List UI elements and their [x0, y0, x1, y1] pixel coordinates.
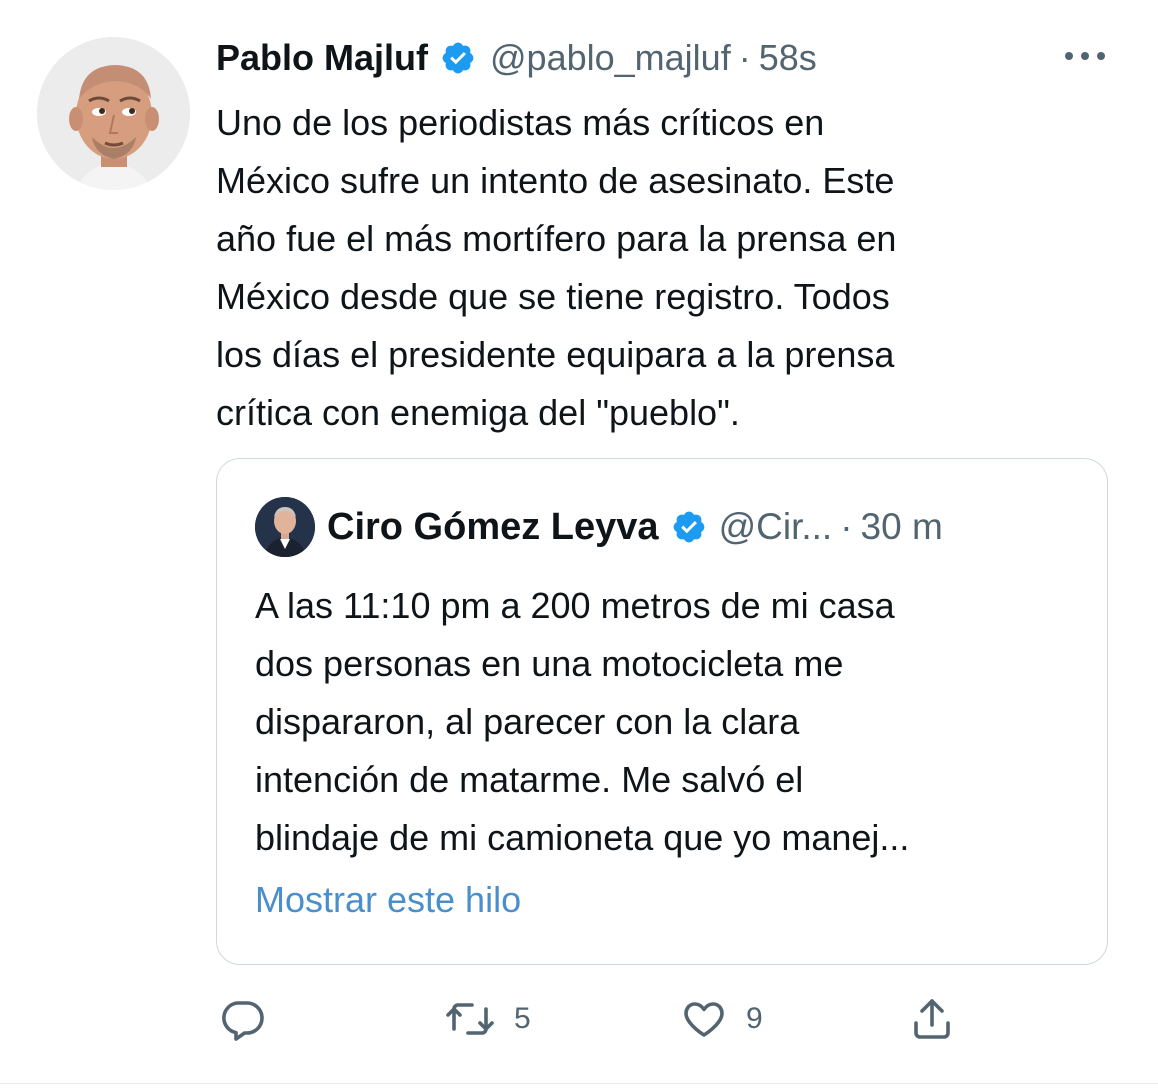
tweet-text-line: año fue el más mortífero para la prensa …	[216, 218, 897, 259]
tweet-text-line: México desde que se tiene registro. Todo…	[216, 276, 890, 317]
share-icon	[908, 995, 956, 1043]
tweet-header: Pablo Majluf @pablo_majluf · 58s	[216, 34, 817, 82]
quoted-tweet-card[interactable]: Ciro Gómez Leyva @Cir... · 30 m A las 11…	[216, 458, 1108, 965]
separator-dot: ·	[738, 37, 751, 78]
author-handle[interactable]: @pablo_majluf	[490, 37, 731, 79]
quote-text: A las 11:10 pm a 200 metros de mi casa d…	[255, 577, 1085, 867]
quote-time: 30 m	[860, 506, 943, 547]
show-thread-link[interactable]: Mostrar este hilo	[255, 879, 521, 921]
quote-text-line: A las 11:10 pm a 200 metros de mi casa	[255, 585, 895, 626]
quote-author-name: Ciro Gómez Leyva	[327, 505, 659, 548]
reply-icon	[218, 995, 266, 1043]
retweet-button[interactable]: 5	[444, 994, 531, 1044]
separator-dot: ·	[840, 506, 853, 547]
quote-text-line: intención de matarme. Me salvó el	[255, 759, 804, 800]
divider	[0, 1083, 1158, 1084]
verified-badge-icon	[440, 40, 476, 76]
quote-text-line: blindaje de mi camioneta que yo manej...	[255, 817, 910, 858]
tweet-text-line: crítica con enemiga del "pueblo".	[216, 392, 740, 433]
heart-icon	[680, 995, 728, 1043]
reply-button[interactable]	[218, 994, 266, 1044]
author-name[interactable]: Pablo Majluf	[216, 37, 428, 79]
retweet-count: 5	[514, 1002, 531, 1035]
tweet-text-line: México sufre un intento de asesinato. Es…	[216, 160, 895, 201]
more-icon[interactable]	[1063, 46, 1107, 66]
like-count: 9	[746, 1002, 763, 1035]
tweet-time[interactable]: 58s	[759, 37, 817, 79]
tweet-text-line: los días el presidente equipara a la pre…	[216, 334, 895, 375]
quote-author-avatar	[255, 497, 315, 557]
verified-badge-icon	[671, 509, 707, 545]
quote-text-line: dispararon, al parecer con la clara	[255, 701, 800, 742]
tweet-text-line: Uno de los periodistas más críticos en	[216, 102, 825, 143]
tweet-text: Uno de los periodistas más críticos en M…	[216, 94, 1116, 442]
like-button[interactable]: 9	[680, 994, 763, 1044]
author-avatar[interactable]	[37, 37, 190, 190]
tweet-actions: 5 9	[0, 994, 1158, 1044]
quote-author-handle: @Cir...	[718, 506, 833, 547]
quote-header: Ciro Gómez Leyva @Cir... · 30 m	[327, 503, 943, 551]
quote-text-line: dos personas en una motocicleta me	[255, 643, 844, 684]
share-button[interactable]	[908, 994, 956, 1044]
retweet-icon	[444, 995, 496, 1043]
